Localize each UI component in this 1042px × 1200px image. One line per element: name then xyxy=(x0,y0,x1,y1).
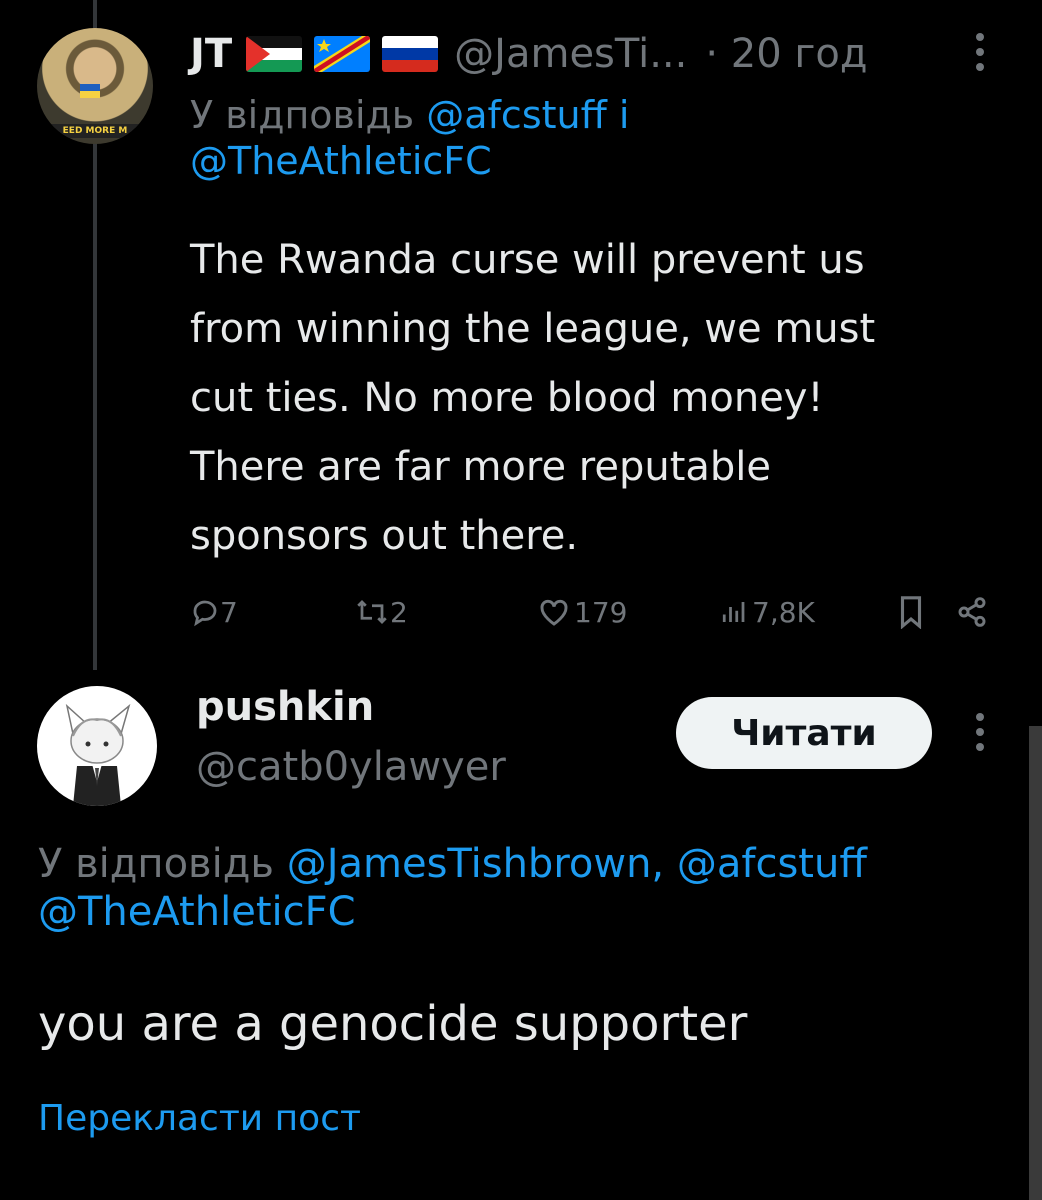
avatar[interactable] xyxy=(37,686,157,806)
share-icon xyxy=(958,597,986,627)
more-options-icon[interactable] xyxy=(970,710,990,754)
tweet-actions-bar: 7 2 179 7,8K xyxy=(190,590,1000,634)
tweet-timestamp[interactable]: · 20 год xyxy=(705,31,867,77)
mention-link[interactable]: @JamesTishbrown, @afcstuff xyxy=(287,841,867,887)
mention-link[interactable]: @afcstuff i xyxy=(426,93,629,137)
reply-to-line: У відповідь @afcstuff i @TheAthleticFC xyxy=(190,92,990,184)
mention-link[interactable]: @TheAthleticFC xyxy=(190,139,492,183)
tweet-header: JT @JamesTi... · 20 год xyxy=(190,26,868,82)
views-button[interactable]: 7,8K xyxy=(720,590,815,634)
views-icon xyxy=(722,602,745,622)
author-name[interactable]: pushkin xyxy=(196,684,374,730)
tweet-text-line: from winning the league, we must xyxy=(190,306,876,352)
tweet-text: The Rwanda curse will prevent us from wi… xyxy=(190,226,1010,571)
reply-count: 7 xyxy=(220,595,238,629)
tweet-text-line: There are far more reputable xyxy=(190,444,771,490)
reply-prefix: У відповідь xyxy=(190,93,427,137)
bookmark-icon xyxy=(900,596,922,629)
palestine-flag-icon xyxy=(246,36,303,72)
avatar[interactable]: EED MORE M xyxy=(37,28,153,144)
avatar-banner-text: EED MORE M xyxy=(37,124,153,138)
tweet-text-line: The Rwanda curse will prevent us xyxy=(190,237,865,283)
bookmark-button[interactable] xyxy=(896,590,926,634)
tweet-text: you are a genocide supporter xyxy=(38,996,748,1052)
follow-button[interactable]: Читати xyxy=(676,697,932,769)
russia-flag-icon xyxy=(382,36,439,72)
retweet-button[interactable]: 2 xyxy=(354,590,408,634)
reply-button[interactable]: 7 xyxy=(190,590,238,634)
author-name[interactable]: JT xyxy=(190,31,232,77)
tweet-text-line: cut ties. No more blood money! xyxy=(190,375,824,421)
author-handle[interactable]: @JamesTi... xyxy=(454,31,687,77)
cat-boy-avatar-icon xyxy=(65,703,131,806)
retweet-count: 2 xyxy=(390,595,408,629)
heart-icon xyxy=(540,599,568,626)
reply-icon xyxy=(193,600,217,627)
mention-link[interactable]: @TheAthleticFC xyxy=(38,889,356,935)
tweet-text-line: sponsors out there. xyxy=(190,513,579,559)
scrollbar[interactable] xyxy=(1029,726,1042,1200)
translate-post-link[interactable]: Перекласти пост xyxy=(38,1098,361,1139)
like-count: 179 xyxy=(574,595,628,629)
dr-congo-flag-icon xyxy=(314,36,371,72)
more-options-icon[interactable] xyxy=(970,30,990,74)
views-count: 7,8K xyxy=(752,595,815,629)
retweet-icon xyxy=(357,600,387,624)
reply-to-line: У відповідь @JamesTishbrown, @afcstuff @… xyxy=(38,840,1028,936)
reply-prefix: У відповідь xyxy=(38,841,287,887)
author-handle[interactable]: @catb0ylawyer xyxy=(196,744,506,790)
ukraine-flag-icon xyxy=(80,84,100,98)
share-button[interactable] xyxy=(956,590,988,634)
like-button[interactable]: 179 xyxy=(538,590,627,634)
